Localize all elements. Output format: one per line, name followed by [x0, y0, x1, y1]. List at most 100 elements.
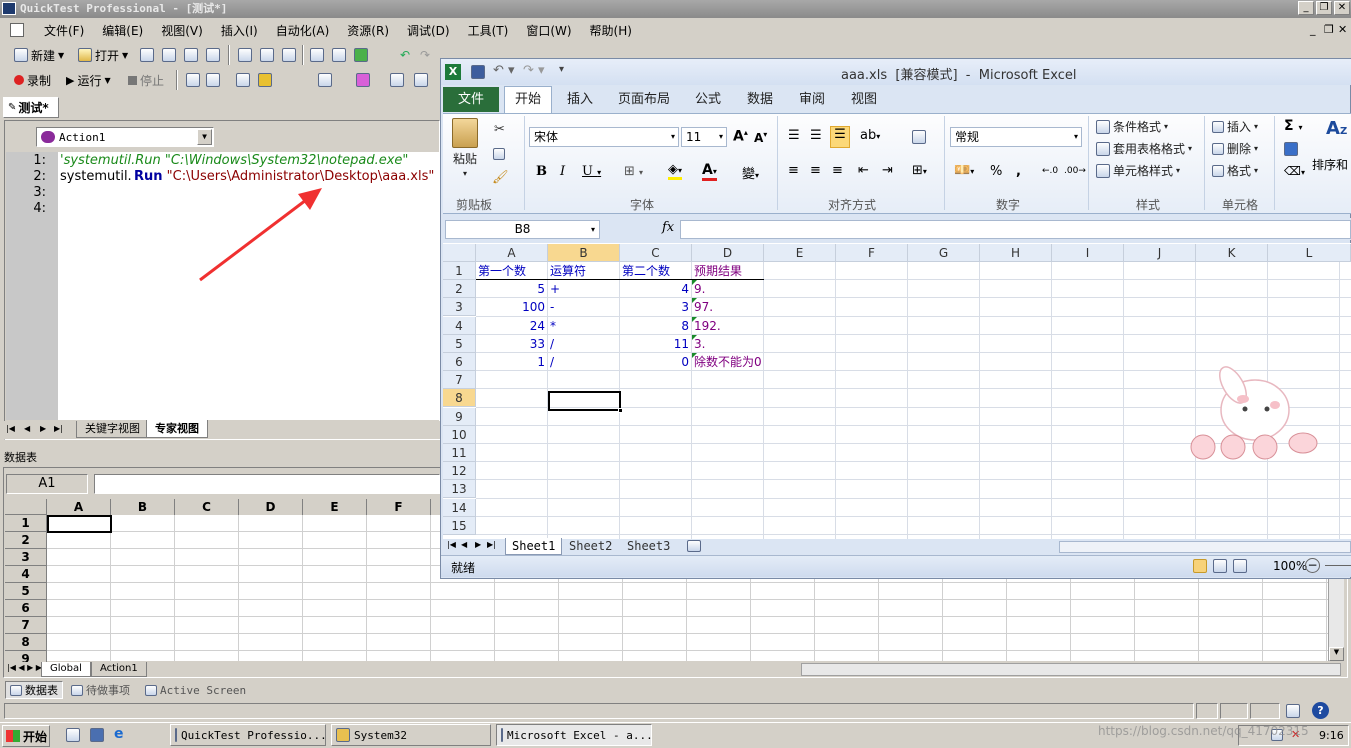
new-button[interactable]: 新建 ▼: [14, 45, 64, 65]
cell[interactable]: +: [550, 280, 617, 298]
minimize-button[interactable]: _: [1298, 1, 1314, 15]
column-header[interactable]: K: [1196, 244, 1268, 262]
chevron-down-icon[interactable]: ▼: [197, 129, 212, 145]
currency-icon[interactable]: 💴▾: [954, 163, 974, 178]
insert-step-icon[interactable]: [318, 73, 332, 87]
sheet-nav-icon[interactable]: |◀ ◀ ▶ ▶|: [7, 663, 45, 672]
menu-item[interactable]: 插入(I): [212, 22, 267, 39]
align-left-icon[interactable]: ≡: [788, 163, 799, 178]
cell[interactable]: 5: [478, 280, 545, 298]
close-button[interactable]: ✕: [1334, 1, 1350, 15]
sheet-hscroll[interactable]: [1059, 541, 1351, 553]
task-system32[interactable]: System32: [331, 724, 491, 746]
row-header[interactable]: 13: [443, 480, 476, 499]
menu-item[interactable]: 调试(D): [398, 22, 459, 39]
scroll-down-icon[interactable]: ▼: [1329, 647, 1344, 661]
open-button[interactable]: 打开 ▼: [78, 45, 128, 65]
quicklaunch-desktop-icon[interactable]: [66, 728, 80, 742]
decrease-decimal-icon[interactable]: .00→: [1064, 166, 1086, 176]
zoom-level[interactable]: 100%: [1273, 559, 1307, 573]
row-header[interactable]: 8: [443, 389, 476, 408]
task-excel[interactable]: Microsoft Excel - a...: [496, 724, 652, 746]
datatable-formula-input[interactable]: [94, 474, 440, 494]
menu-item[interactable]: 窗口(W): [517, 22, 580, 39]
column-header[interactable]: A: [476, 244, 548, 262]
datatable-col-header[interactable]: F: [367, 499, 431, 515]
help-icon[interactable]: ?: [1312, 702, 1329, 719]
customize-qat-icon[interactable]: ▾: [559, 64, 564, 75]
row-header[interactable]: 15: [443, 516, 476, 535]
column-header[interactable]: H: [980, 244, 1052, 262]
save-all-icon[interactable]: [162, 48, 176, 62]
format-painter-icon[interactable]: 🖌: [492, 170, 509, 185]
stop-button[interactable]: 停止: [128, 70, 164, 90]
cell[interactable]: /: [550, 353, 617, 371]
orientation-icon[interactable]: ab▾: [860, 128, 880, 143]
cell[interactable]: /: [550, 335, 617, 353]
nav-first-icon[interactable]: |◀: [6, 424, 15, 433]
shrink-font-icon[interactable]: A▾: [754, 130, 767, 145]
datatable-row-header[interactable]: 2: [5, 532, 47, 549]
sheet-tab-action1[interactable]: Action1: [91, 662, 147, 677]
keyboard-icon[interactable]: [1286, 704, 1300, 718]
menu-item[interactable]: 编辑(E): [93, 22, 152, 39]
menu-item[interactable]: 视图(V): [152, 22, 212, 39]
options-icon[interactable]: [414, 73, 428, 87]
cell[interactable]: 24: [478, 317, 545, 335]
column-header[interactable]: D: [692, 244, 764, 262]
cell[interactable]: 除数不能为0: [694, 353, 762, 371]
cut-icon[interactable]: [238, 48, 252, 62]
ie-icon[interactable]: e: [114, 726, 124, 742]
edit-icon[interactable]: [310, 48, 324, 62]
border-icon[interactable]: ⊞ ▾: [624, 164, 643, 179]
sheet-tab-1[interactable]: Sheet1: [505, 538, 563, 555]
font-name-select[interactable]: 宋体 ▾: [529, 127, 679, 147]
cell[interactable]: 100: [478, 298, 545, 316]
table-format-button[interactable]: 套用表格格式 ▾: [1096, 140, 1192, 157]
cell[interactable]: 第二个数: [622, 262, 689, 280]
italic-icon[interactable]: I: [560, 164, 565, 179]
menu-item[interactable]: 自动化(A): [267, 22, 339, 39]
sheet-nav-last-icon[interactable]: ▶|: [487, 540, 496, 549]
datatable-hscroll[interactable]: [801, 663, 1341, 676]
menu-item[interactable]: 文件(F): [35, 22, 93, 39]
grow-font-icon[interactable]: A▴: [733, 128, 748, 145]
tab-page-layout[interactable]: 页面布局: [612, 88, 676, 112]
object-repository-icon[interactable]: [332, 48, 346, 62]
column-header[interactable]: I: [1052, 244, 1124, 262]
file-tab[interactable]: 文件: [443, 87, 499, 112]
row-header[interactable]: 3: [443, 298, 476, 317]
function-icon[interactable]: [356, 73, 370, 87]
row-header[interactable]: 7: [443, 371, 476, 390]
datatable-row-header[interactable]: 7: [5, 617, 47, 634]
underline-icon[interactable]: U ▾: [582, 164, 601, 179]
datatable-row-header[interactable]: 4: [5, 566, 47, 583]
save-icon[interactable]: [140, 48, 154, 62]
phonetic-icon[interactable]: 變▾: [742, 163, 759, 182]
datatable-col-header[interactable]: E: [303, 499, 367, 515]
increase-decimal-icon[interactable]: ←.0: [1042, 166, 1058, 176]
menu-item[interactable]: 资源(R): [338, 22, 398, 39]
sheet-corner[interactable]: [443, 244, 476, 262]
nav-next-icon[interactable]: ▶: [40, 424, 46, 433]
autosum-icon[interactable]: Σ ▾: [1284, 118, 1302, 134]
merge-center-icon[interactable]: ⊞▾: [912, 163, 927, 178]
cell[interactable]: 4: [622, 280, 689, 298]
paste-button[interactable]: 粘贴 ▾: [452, 118, 478, 178]
active-cell-b8[interactable]: [548, 391, 621, 411]
wrap-text-icon[interactable]: [912, 130, 926, 144]
row-header[interactable]: 6: [443, 353, 476, 371]
redo-icon[interactable]: ↷: [420, 48, 434, 62]
step-into-icon[interactable]: [186, 73, 200, 87]
tab-insert[interactable]: 插入: [560, 88, 600, 112]
quicklaunch-show-icon[interactable]: [90, 728, 104, 742]
datatable-selected-cell[interactable]: [47, 515, 112, 533]
sheet-nav-first-icon[interactable]: |◀: [447, 540, 456, 549]
cell[interactable]: 预期结果: [694, 262, 761, 280]
align-top-icon[interactable]: ☰: [788, 128, 800, 143]
cell[interactable]: 3: [622, 298, 689, 316]
mdi-restore-icon[interactable]: ❐: [1324, 23, 1334, 36]
datatable-cellref[interactable]: A1: [6, 474, 88, 494]
column-header[interactable]: C: [620, 244, 692, 262]
decrease-indent-icon[interactable]: ⇤: [858, 163, 869, 178]
